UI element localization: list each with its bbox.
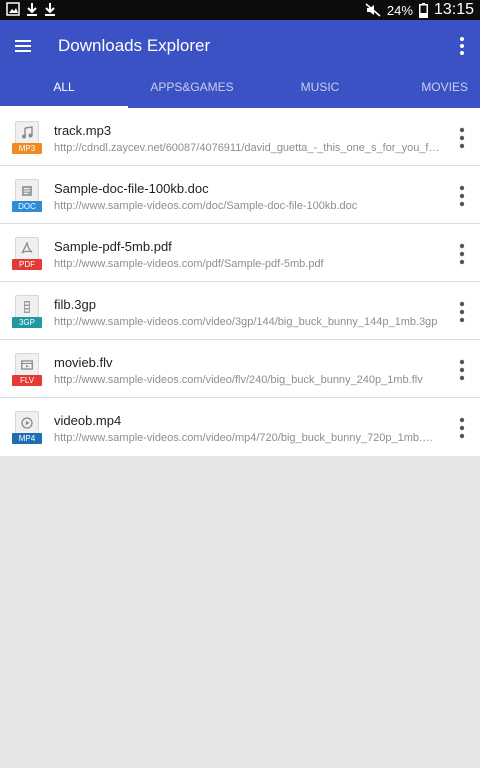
- file-type-badge: FLV: [12, 375, 42, 386]
- tab-all[interactable]: ALL: [0, 80, 128, 108]
- pdf-icon: PDF: [12, 237, 42, 271]
- overflow-menu-icon[interactable]: [456, 34, 468, 58]
- battery-level: 24%: [386, 2, 413, 18]
- video-player-icon: FLV: [12, 353, 42, 387]
- item-overflow-menu-icon[interactable]: [456, 300, 468, 324]
- play-icon: MP4: [12, 411, 42, 445]
- app-title: Downloads Explorer: [58, 36, 211, 55]
- file-url: http://www.sample-videos.com/video/3gp/1…: [54, 316, 438, 328]
- list-item[interactable]: 3GP filb.3gp http://www.sample-videos.co…: [0, 282, 480, 340]
- status-bar: 24% 13:15: [0, 0, 480, 20]
- file-name: Sample-doc-file-100kb.doc: [54, 181, 209, 196]
- download-notification-icon: [44, 2, 56, 16]
- document-icon: DOC: [12, 179, 42, 213]
- item-overflow-menu-icon[interactable]: [456, 416, 468, 440]
- app-bar: Downloads Explorer ALL APPS&GAMES MUSIC …: [0, 20, 480, 108]
- tab-music[interactable]: MUSIC: [256, 80, 384, 108]
- list-item[interactable]: DOC Sample-doc-file-100kb.doc http://www…: [0, 166, 480, 224]
- file-url: http://www.sample-videos.com/doc/Sample-…: [54, 200, 358, 212]
- item-overflow-menu-icon[interactable]: [456, 242, 468, 266]
- battery-icon: [418, 2, 428, 18]
- film-icon: 3GP: [12, 295, 42, 329]
- file-type-badge: MP3: [12, 143, 42, 154]
- file-url: http://www.sample-videos.com/video/mp4/7…: [54, 432, 440, 444]
- list-item[interactable]: FLV movieb.flv http://www.sample-videos.…: [0, 340, 480, 398]
- file-name: Sample-pdf-5mb.pdf: [54, 239, 172, 254]
- file-name: track.mp3: [54, 123, 112, 138]
- file-url: http://www.sample-videos.com/video/flv/2…: [54, 374, 423, 386]
- file-url: http://www.sample-videos.com/pdf/Sample-…: [54, 258, 324, 270]
- file-type-badge: MP4: [12, 433, 42, 444]
- file-type-badge: 3GP: [12, 317, 42, 328]
- file-url: http://cdndl.zaycev.net/60087/4076911/da…: [54, 142, 440, 154]
- tab-apps-games[interactable]: APPS&GAMES: [128, 80, 256, 108]
- list-item[interactable]: MP3 track.mp3 http://cdndl.zaycev.net/60…: [0, 108, 480, 166]
- clock: 13:15: [433, 1, 474, 18]
- tab-bar: ALL APPS&GAMES MUSIC MOVIES: [0, 80, 480, 108]
- downloads-list: MP3 track.mp3 http://cdndl.zaycev.net/60…: [0, 108, 480, 456]
- item-overflow-menu-icon[interactable]: [456, 126, 468, 150]
- list-item[interactable]: PDF Sample-pdf-5mb.pdf http://www.sample…: [0, 224, 480, 282]
- music-note-icon: MP3: [12, 121, 42, 155]
- download-notification-icon: [26, 2, 38, 16]
- item-overflow-menu-icon[interactable]: [456, 184, 468, 208]
- image-notification-icon: [6, 2, 20, 16]
- mute-icon: [365, 3, 381, 17]
- item-overflow-menu-icon[interactable]: [456, 358, 468, 382]
- tab-movies[interactable]: MOVIES: [384, 80, 480, 108]
- file-name: filb.3gp: [54, 297, 96, 312]
- hamburger-menu-icon[interactable]: [14, 36, 34, 56]
- file-type-badge: PDF: [12, 259, 42, 270]
- file-name: videob.mp4: [54, 413, 122, 428]
- file-name: movieb.flv: [54, 355, 113, 370]
- file-type-badge: DOC: [12, 201, 42, 212]
- list-item[interactable]: MP4 videob.mp4 http://www.sample-videos.…: [0, 398, 480, 456]
